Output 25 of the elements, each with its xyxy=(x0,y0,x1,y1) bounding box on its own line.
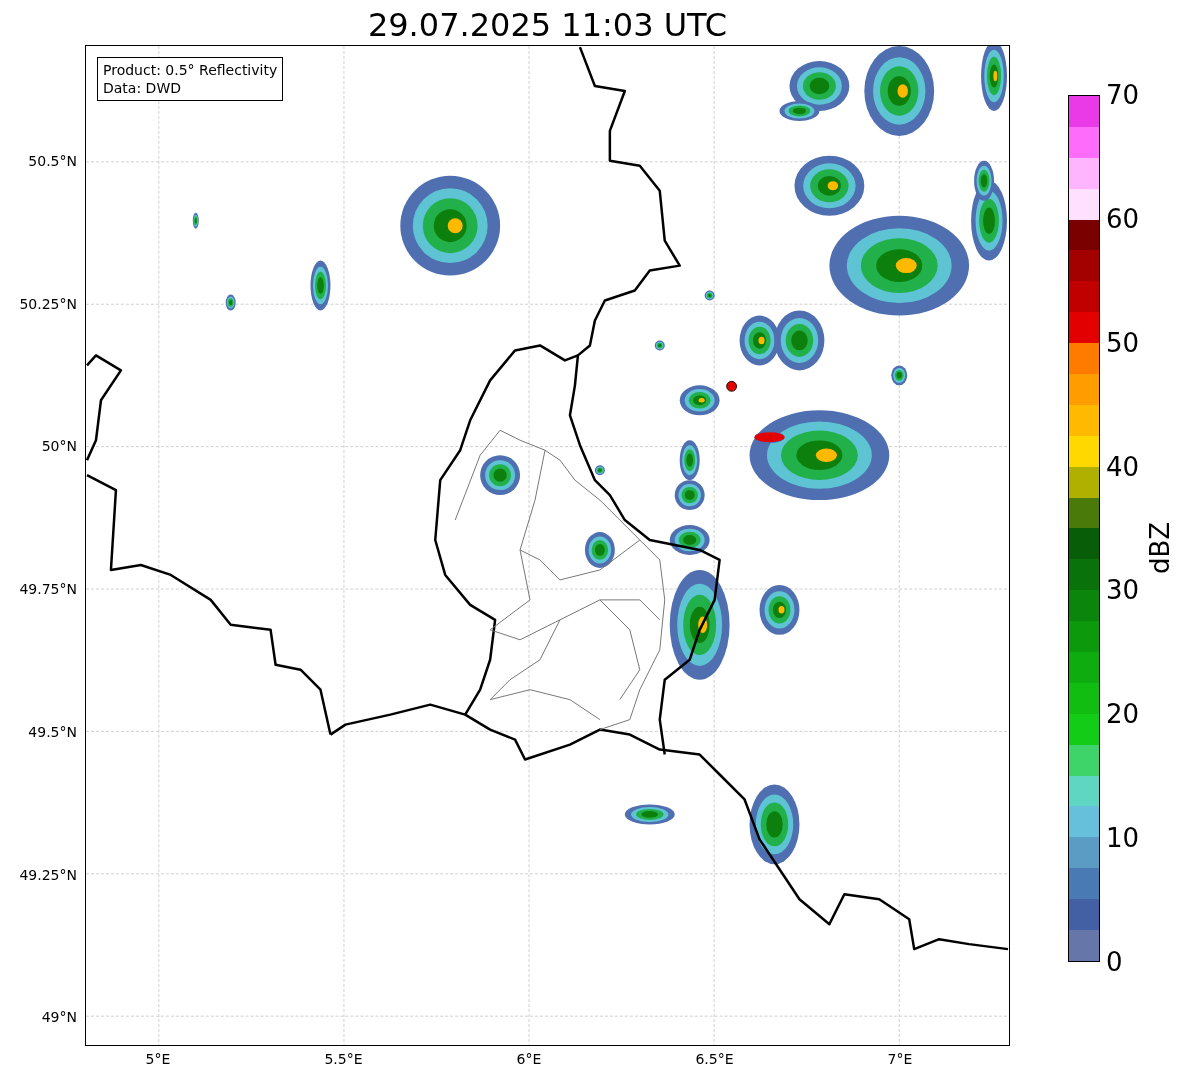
colorbar-tick-label: 70 xyxy=(1106,80,1140,110)
chart-title: 29.07.2025 11:03 UTC xyxy=(367,5,728,45)
axis-tick-label: 49.75°N xyxy=(19,581,77,598)
colorbar-tick-label: 30 xyxy=(1106,575,1140,606)
info-text: Product: 0.5° Reflectivity xyxy=(103,61,278,79)
colorbar-tick-label: 10 xyxy=(1106,823,1140,854)
axis-tick-label: 6.5°E xyxy=(695,1051,734,1067)
colorbar-tick-label: 0 xyxy=(1106,947,1123,977)
axis-tick-label: 6°E xyxy=(516,1051,542,1067)
axis-tick-label: 49°N xyxy=(41,1009,77,1026)
colorbar-tick-label: 50 xyxy=(1106,327,1140,358)
axis-tick-label: 50.25°N xyxy=(19,295,77,312)
colorbar-label: dBZ xyxy=(1145,521,1175,575)
axis-tick-label: 5°E xyxy=(145,1051,171,1067)
axis-tick-label: 50°N xyxy=(41,438,77,455)
axis-tick-label: 5.5°E xyxy=(324,1051,363,1067)
axis-tick-label: 50.5°N xyxy=(28,153,77,169)
colorbar-tick-label: 20 xyxy=(1106,699,1140,730)
colorbar-tick-label: 40 xyxy=(1106,451,1140,482)
axis-tick-label: 49.5°N xyxy=(28,723,77,740)
info-text: Data: DWD xyxy=(103,79,182,97)
axis-tick-label: 49.25°N xyxy=(19,866,77,883)
colorbar-tick-label: 60 xyxy=(1106,203,1140,234)
radar-site-marker xyxy=(726,380,737,392)
axis-tick-label: 7°E xyxy=(887,1051,913,1067)
